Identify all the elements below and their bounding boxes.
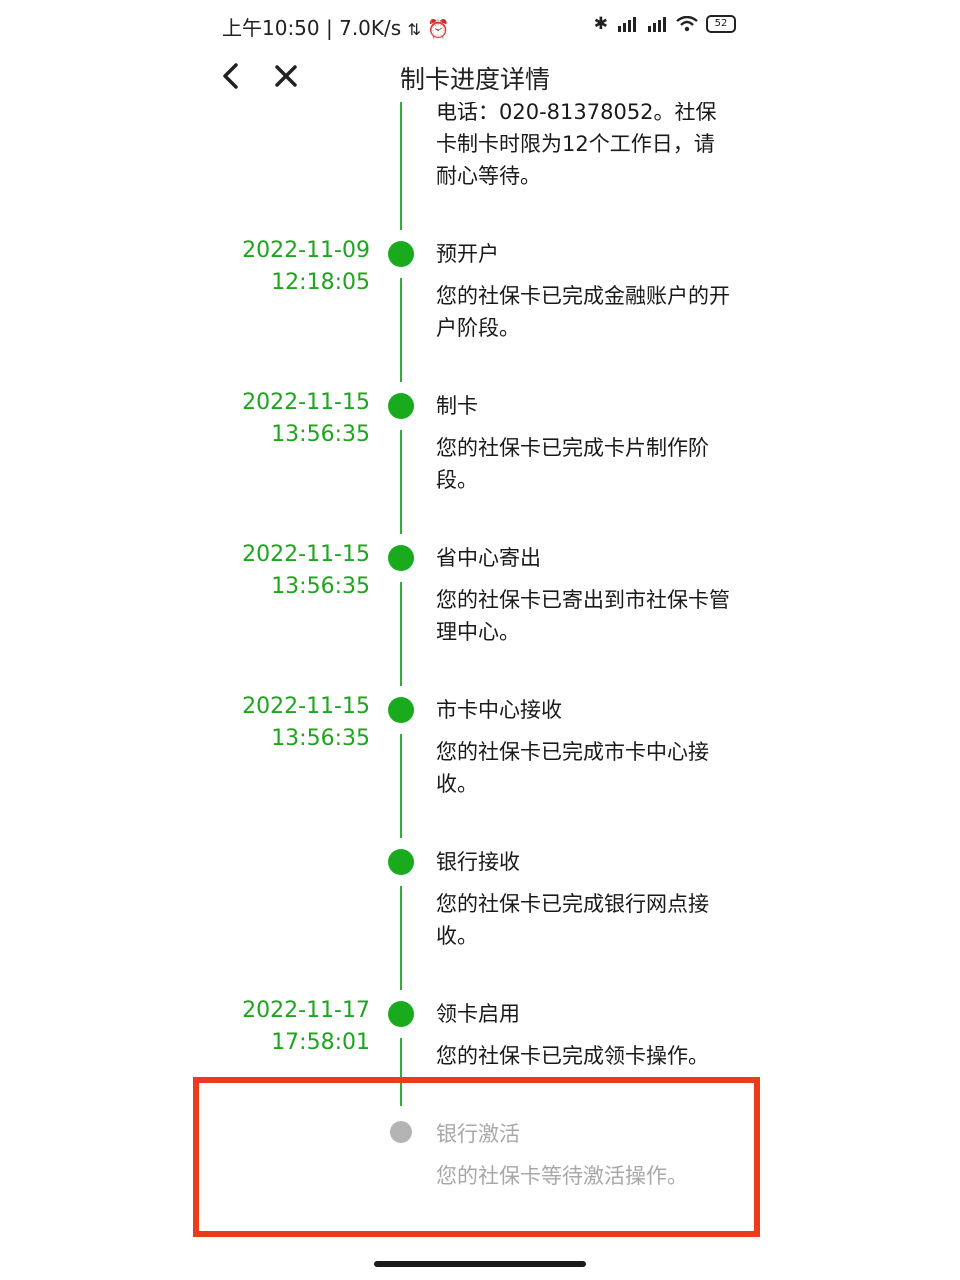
page-title: 制卡进度详情 (400, 65, 551, 94)
close-icon (275, 65, 297, 87)
timeline-date: 2022-11-15 13:56:35 (170, 539, 370, 603)
timeline-date: 2022-11-15 13:56:35 (170, 387, 370, 451)
battery-icon: 52 (706, 15, 736, 33)
timeline-title: 预开户 (436, 242, 499, 266)
timeline-desc: 您的社保卡已完成市卡中心接收。 (436, 740, 709, 796)
timeline-date: 2022-11-17 17:58:01 (170, 995, 370, 1059)
timeline-line (400, 1038, 402, 1106)
timeline-desc-pending: 您的社保卡等待激活操作。 (436, 1164, 688, 1188)
status-icons: ✱ 52 (594, 14, 736, 34)
header: 制卡进度详情 (0, 54, 960, 102)
data-transfer-icon: ⇅ (407, 20, 421, 39)
timeline-dot (388, 849, 414, 875)
date-text: 2022-11-17 (242, 998, 370, 1023)
timeline-desc: 您的社保卡已完成卡片制作阶段。 (436, 436, 709, 492)
timeline-title: 市卡中心接收 (436, 698, 562, 722)
timeline-line (400, 102, 402, 230)
timeline-line (400, 734, 402, 838)
timeline-title-pending: 银行激活 (436, 1122, 520, 1146)
timeline-date: 2022-11-15 13:56:35 (170, 691, 370, 755)
timeline-desc: 您的社保卡已寄出到市社保卡管理中心。 (436, 588, 730, 644)
timeline-date: 2022-11-09 12:18:05 (170, 235, 370, 299)
signal-2-icon (646, 16, 668, 32)
date-text: 2022-11-09 (242, 238, 370, 263)
timeline-dot (388, 241, 414, 267)
date-text: 2022-11-15 (242, 694, 370, 719)
time-text: 17:58:01 (271, 1030, 370, 1055)
timeline-dot (388, 545, 414, 571)
alarm-icon: ⏰ (427, 19, 450, 40)
partial-desc-line: 耐心等待。 (436, 164, 541, 188)
timeline-desc: 您的社保卡已完成领卡操作。 (436, 1044, 709, 1068)
timeline-desc: 您的社保卡已完成银行网点接收。 (436, 892, 709, 948)
timeline-title: 银行接收 (436, 850, 520, 874)
time-text: 13:56:35 (271, 726, 370, 751)
timeline: 电话：020-81378052。社保 卡制卡时限为12个工作日，请 耐心等待。 … (0, 102, 960, 1262)
timeline-line (400, 886, 402, 990)
time-text: 13:56:35 (271, 574, 370, 599)
timeline-dot-pending (390, 1121, 412, 1143)
date-text: 2022-11-15 (242, 542, 370, 567)
status-time-speed: 上午10:50 | 7.0K/s ⇅ ⏰ (222, 12, 450, 41)
timeline-title: 领卡启用 (436, 1002, 520, 1026)
timeline-dot (388, 393, 414, 419)
back-button[interactable] (214, 58, 246, 94)
status-time-speed-text: 上午10:50 | 7.0K/s (222, 16, 402, 40)
time-text: 13:56:35 (271, 422, 370, 447)
chevron-left-icon (223, 63, 238, 89)
date-text: 2022-11-15 (242, 390, 370, 415)
partial-desc: 电话：020-81378052。社保 卡制卡时限为12个工作日，请 耐心等待。 (436, 102, 746, 192)
bluetooth-icon: ✱ (593, 14, 608, 34)
timeline-desc: 您的社保卡已完成金融账户的开户阶段。 (436, 284, 730, 340)
home-indicator[interactable] (374, 1261, 586, 1267)
timeline-dot (388, 697, 414, 723)
timeline-line (400, 582, 402, 686)
timeline-title: 省中心寄出 (436, 546, 541, 570)
wifi-icon (676, 16, 698, 32)
signal-1-icon (616, 16, 638, 32)
time-text: 12:18:05 (271, 270, 370, 295)
close-button[interactable] (268, 58, 304, 94)
status-bar: 上午10:50 | 7.0K/s ⇅ ⏰ ✱ 52 (0, 0, 960, 54)
timeline-dot (388, 1001, 414, 1027)
timeline-title: 制卡 (436, 394, 478, 418)
timeline-line (400, 278, 402, 382)
partial-desc-line: 电话：020-81378052。社保 (436, 102, 717, 124)
timeline-line (400, 430, 402, 534)
partial-desc-line: 卡制卡时限为12个工作日，请 (436, 132, 715, 156)
